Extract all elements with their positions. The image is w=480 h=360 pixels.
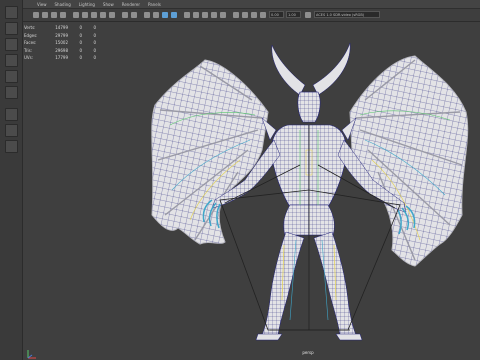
rotate-tool-icon[interactable] [5, 70, 18, 83]
far-clip-field[interactable]: 1.00 [286, 11, 301, 18]
menu-shading[interactable]: Shading [55, 0, 71, 9]
panel-menu-bar: View Shading Lighting Show Renderer Pane… [23, 0, 480, 9]
isolate-select-icon[interactable] [233, 12, 239, 18]
demon-model[interactable] [23, 22, 480, 360]
four-view-icon[interactable] [5, 124, 18, 137]
left-horn [271, 44, 306, 96]
menu-lighting[interactable]: Lighting [79, 0, 95, 9]
xray-icon[interactable] [242, 12, 248, 18]
scale-tool-icon[interactable] [5, 86, 18, 99]
colorspace-dropdown[interactable]: ACES 1.0 SDR-video (sRGB) [314, 11, 380, 18]
panel-toolbar: 0.00 1.00 ACES 1.0 SDR-video (sRGB) [23, 9, 480, 22]
menu-show[interactable]: Show [103, 0, 114, 9]
feet [255, 333, 363, 341]
viewport[interactable]: Verts: 14799 0 0 Edges: 29799 0 0 Faces:… [23, 22, 480, 360]
single-view-icon[interactable] [5, 108, 18, 121]
layout-icon[interactable] [5, 140, 18, 153]
image-plane-icon[interactable] [60, 12, 66, 18]
lasso-tool-icon[interactable] [5, 22, 18, 35]
ambient-occlusion-icon[interactable] [202, 12, 208, 18]
grid-icon[interactable] [73, 12, 79, 18]
motion-blur-icon[interactable] [211, 12, 217, 18]
menu-renderer[interactable]: Renderer [122, 0, 140, 9]
select-tool-icon[interactable] [5, 6, 18, 19]
safe-title-icon[interactable] [131, 12, 137, 18]
gate-mask-icon[interactable] [100, 12, 106, 18]
textured-icon[interactable] [171, 12, 177, 18]
menu-view[interactable]: View [37, 0, 47, 9]
safe-action-icon[interactable] [122, 12, 128, 18]
color-management-icon[interactable] [305, 12, 311, 18]
right-wing [349, 55, 469, 267]
wireframe-icon[interactable] [144, 12, 150, 18]
right-horn [312, 42, 351, 96]
shadows-icon[interactable] [193, 12, 199, 18]
camera-attributes-icon[interactable] [42, 12, 48, 18]
move-tool-icon[interactable] [5, 54, 18, 67]
paint-tool-icon[interactable] [5, 38, 18, 51]
xray-joints-icon[interactable] [251, 12, 257, 18]
tool-box [0, 0, 23, 360]
anti-alias-icon[interactable] [220, 12, 226, 18]
backface-culling-icon[interactable] [260, 12, 266, 18]
smooth-shade-icon[interactable] [153, 12, 159, 18]
use-all-lights-icon[interactable] [184, 12, 190, 18]
field-chart-icon[interactable] [109, 12, 115, 18]
near-clip-field[interactable]: 0.00 [269, 11, 284, 18]
film-gate-icon[interactable] [82, 12, 88, 18]
camera-select-icon[interactable] [33, 12, 39, 18]
menu-panels[interactable]: Panels [148, 0, 161, 9]
wireframe-on-shaded-icon[interactable] [162, 12, 168, 18]
bookmark-icon[interactable] [51, 12, 57, 18]
resolution-gate-icon[interactable] [91, 12, 97, 18]
camera-name-label: persp [302, 350, 314, 355]
axis-indicator-icon [27, 350, 36, 359]
